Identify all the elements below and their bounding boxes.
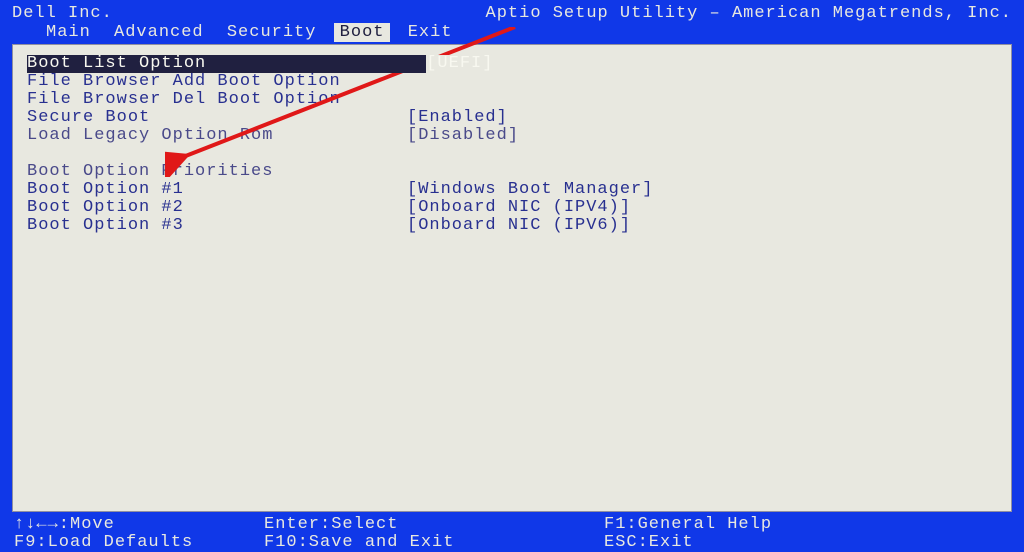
bios-screen: Dell Inc. Aptio Setup Utility – American… [0, 0, 1024, 552]
file-browser-add-row[interactable]: File Browser Add Boot Option [27, 73, 997, 91]
setting-label: Boot Option #3 [27, 217, 407, 235]
vendor-label: Dell Inc. [12, 4, 113, 23]
legend-move: ↑↓←→:Move [14, 516, 264, 534]
setting-value: [Windows Boot Manager] [407, 181, 653, 199]
setting-value: [Onboard NIC (IPV6)] [407, 217, 631, 235]
legend-save-exit: F10:Save and Exit [264, 534, 604, 552]
boot-option-3-row[interactable]: Boot Option #3 [Onboard NIC (IPV6)] [27, 217, 997, 235]
tab-security[interactable]: Security [221, 23, 323, 42]
load-legacy-rom-row[interactable]: Load Legacy Option Rom [Disabled] [27, 127, 997, 145]
menu-tabs: Main Advanced Security Boot Exit [12, 23, 1012, 44]
setting-label: Boot Option #1 [27, 181, 407, 199]
setting-value: [Onboard NIC (IPV4)] [407, 199, 631, 217]
setting-value: [Enabled] [407, 109, 508, 127]
legend-defaults: F9:Load Defaults [14, 534, 264, 552]
file-browser-del-row[interactable]: File Browser Del Boot Option [27, 91, 997, 109]
legend-select: Enter:Select [264, 516, 604, 534]
setting-label: File Browser Add Boot Option [27, 73, 407, 91]
setting-label: Boot List Option [27, 55, 426, 73]
boot-option-1-row[interactable]: Boot Option #1 [Windows Boot Manager] [27, 181, 997, 199]
setting-value: [UEFI] [426, 55, 493, 73]
legend-help: F1:General Help [604, 516, 1010, 534]
setting-label: Boot Option #2 [27, 199, 407, 217]
setting-value: [Disabled] [407, 127, 519, 145]
bios-header: Dell Inc. Aptio Setup Utility – American… [0, 0, 1024, 44]
boot-priorities-heading: Boot Option Priorities [27, 163, 997, 181]
tab-exit[interactable]: Exit [402, 23, 459, 42]
utility-label: Aptio Setup Utility – American Megatrend… [486, 4, 1012, 23]
settings-panel: Boot List Option [UEFI] File Browser Add… [12, 44, 1012, 512]
setting-label: Load Legacy Option Rom [27, 127, 407, 145]
secure-boot-row[interactable]: Secure Boot [Enabled] [27, 109, 997, 127]
boot-list-option-row[interactable]: Boot List Option [UEFI] [27, 55, 997, 73]
setting-label: Secure Boot [27, 109, 407, 127]
boot-option-2-row[interactable]: Boot Option #2 [Onboard NIC (IPV4)] [27, 199, 997, 217]
tab-main[interactable]: Main [40, 23, 97, 42]
tab-advanced[interactable]: Advanced [108, 23, 210, 42]
tab-boot[interactable]: Boot [334, 23, 391, 42]
setting-label: File Browser Del Boot Option [27, 91, 407, 109]
key-legend: ↑↓←→:Move Enter:Select F1:General Help F… [0, 512, 1024, 552]
legend-exit: ESC:Exit [604, 534, 1010, 552]
